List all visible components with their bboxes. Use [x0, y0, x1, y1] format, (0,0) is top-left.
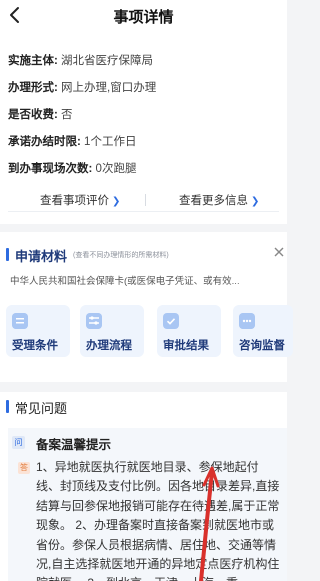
close-icon[interactable]: [273, 246, 285, 258]
view-more-label: 查看更多信息: [179, 195, 248, 207]
info-value: 湖北省医疗保障局: [61, 55, 154, 67]
list-icon: [12, 313, 28, 329]
info-row-visits: 到办事现场次数: 0次跑腿: [8, 160, 136, 176]
info-row-form: 办理形式: 网上办理,窗口办理: [8, 79, 156, 95]
chevron-right-icon: ❯: [112, 196, 121, 207]
materials-card: 申请材料 (查看不同办理情形的所需材料) 中华人民共和国社会保障卡(或医保电子凭…: [0, 232, 293, 382]
tile-process[interactable]: 办理流程: [80, 305, 144, 357]
tile-acceptance-conditions[interactable]: 受理条件: [6, 305, 70, 357]
flow-icon: [86, 313, 102, 329]
tile-consult-supervise[interactable]: 咨询监督: [233, 305, 293, 357]
view-review-link[interactable]: 查看事项评价 ❯: [40, 192, 120, 208]
materials-hint[interactable]: (查看不同办理情形的所需材料): [73, 250, 169, 260]
section-marker: [6, 400, 9, 413]
info-row-time-limit: 承诺办结时限: 1个工作日: [8, 133, 136, 149]
view-review-label: 查看事项评价: [40, 195, 109, 207]
fade-overlay: [227, 268, 287, 286]
faq-answer: 1、异地就医执行就医地目录、参保地起付线、封顶线及支付比例。因各地目录差异,直接…: [36, 460, 280, 581]
info-card: 实施主体: 湖北省医疗保障局 办理形式: 网上办理,窗口办理 是否收费: 否 承…: [0, 36, 287, 224]
info-label: 实施主体:: [8, 55, 58, 67]
info-value: 否: [61, 109, 73, 121]
tile-label: 受理条件: [12, 340, 58, 352]
info-row-fee: 是否收费: 否: [8, 106, 73, 122]
materials-title: 申请材料: [15, 249, 68, 264]
tile-label: 办理流程: [86, 340, 132, 352]
info-label: 办理形式:: [8, 82, 58, 94]
info-value: 1个工作日: [84, 136, 137, 148]
info-value: 网上办理,窗口办理: [61, 82, 157, 94]
faq-title: 常见问题: [15, 401, 68, 416]
info-label: 承诺办结时限:: [8, 136, 81, 148]
page-title: 事项详情: [113, 9, 174, 26]
top-bar: 事项详情: [0, 0, 287, 36]
check-icon: [163, 313, 179, 329]
info-row-subject: 实施主体: 湖北省医疗保障局: [8, 52, 153, 68]
tile-label: 审批结果: [163, 340, 209, 352]
info-label: 是否收费:: [8, 109, 58, 121]
section-marker: [6, 248, 9, 261]
view-more-link[interactable]: 查看更多信息 ❯: [179, 192, 259, 208]
question-badge: 问: [12, 436, 25, 449]
tile-approval-result[interactable]: 审批结果: [157, 305, 221, 357]
info-value: 0次跑腿: [95, 163, 137, 175]
tile-label: 咨询监督: [239, 340, 285, 352]
chevron-right-icon: ❯: [251, 196, 260, 207]
divider: [8, 211, 279, 212]
info-label: 到办事现场次数:: [8, 163, 93, 175]
faq-question: 备案温馨提示: [36, 438, 112, 452]
answer-badge: 答: [18, 462, 30, 474]
chat-icon: [239, 313, 255, 329]
divider: [145, 194, 146, 206]
